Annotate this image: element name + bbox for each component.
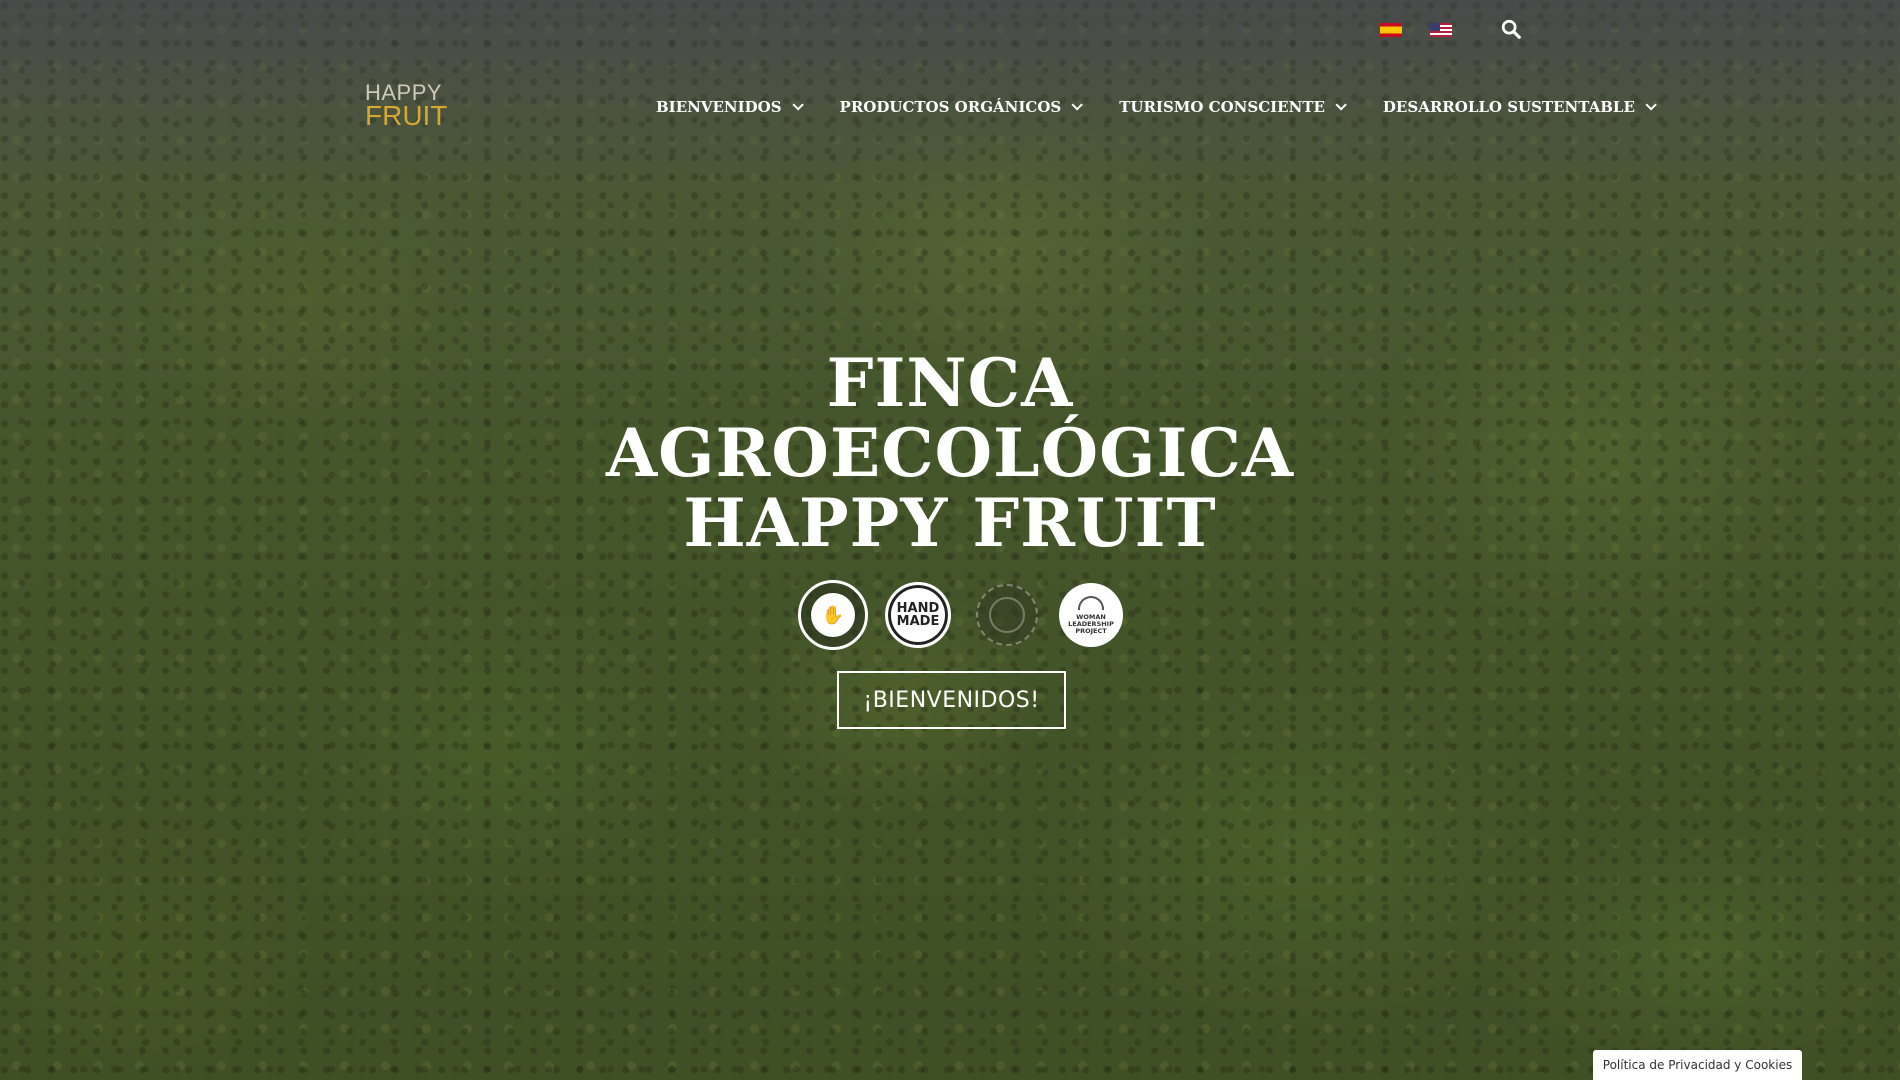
logo-fruit: FRUIT	[365, 100, 448, 131]
hero-title-line: HAPPY FRUIT	[683, 484, 1217, 562]
language-bar	[1380, 18, 1524, 42]
us-flag-icon[interactable]	[1430, 23, 1452, 37]
nav-item-productos-organicos[interactable]: PRODUCTOS ORGÁNICOS	[839, 98, 1083, 116]
nav-item-bienvenidos[interactable]: BIENVENIDOS	[656, 98, 804, 116]
search-button[interactable]	[1500, 18, 1524, 42]
nav-item-label: PRODUCTOS ORGÁNICOS	[839, 98, 1062, 116]
hero-title-line: FINCA	[826, 344, 1074, 422]
nav-item-label: BIENVENIDOS	[656, 98, 782, 116]
woman-leadership-badge-icon: WOMAN LEADERSHIP PROJECT	[1059, 583, 1123, 647]
site-logo[interactable]: HAPPY FRUIT	[365, 82, 448, 131]
spanish-flag-icon[interactable]	[1380, 23, 1402, 37]
hand-made-badge-icon: HAND MADE	[885, 582, 951, 648]
bienvenidos-cta-button[interactable]: ¡BIENVENIDOS!	[837, 671, 1066, 729]
chevron-down-icon	[1071, 99, 1083, 111]
hero-title: FINCA AGROECOLÓGICA HAPPY FRUIT	[0, 348, 1900, 558]
hero-title-line: AGROECOLÓGICA	[605, 414, 1295, 492]
nav-item-desarrollo-sustentable[interactable]: DESARROLLO SUSTENTABLE	[1382, 98, 1657, 116]
nav-item-turismo-consciente[interactable]: TURISMO CONSCIENTE	[1119, 98, 1347, 116]
chevron-down-icon	[1335, 99, 1347, 111]
sustainable-badge-icon	[976, 584, 1038, 646]
search-icon	[1501, 19, 1521, 39]
chevron-down-icon	[792, 99, 804, 111]
nav-item-label: TURISMO CONSCIENTE	[1119, 98, 1325, 116]
main-navigation: BIENVENIDOS PRODUCTOS ORGÁNICOS TURISMO …	[656, 98, 1657, 116]
nav-item-label: DESARROLLO SUSTENTABLE	[1382, 98, 1635, 116]
certification-badges: ✋ HAND MADE WOMAN LEADERSHIP PROJECT	[798, 580, 1123, 650]
turismo-consciente-badge-icon: ✋	[798, 580, 868, 650]
privacy-cookies-link[interactable]: Política de Privacidad y Cookies	[1593, 1050, 1802, 1080]
